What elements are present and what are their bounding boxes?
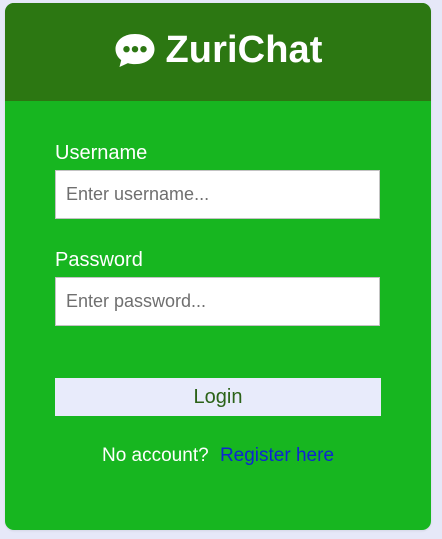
register-prompt-line: No account? Register here (5, 444, 431, 468)
username-label: Username (55, 142, 148, 164)
username-field[interactable] (55, 170, 380, 219)
password-field[interactable] (55, 277, 380, 326)
password-label: Password (55, 249, 143, 271)
brand-name: ZuriChat (165, 29, 323, 71)
app-header: ZuriChat (5, 3, 431, 101)
brand: ZuriChat (113, 30, 322, 70)
register-prompt-text: No account? (101, 445, 209, 466)
login-button[interactable]: Login (55, 378, 381, 416)
chat-bubble-icon (115, 34, 155, 67)
register-link[interactable]: Register here (220, 445, 334, 466)
login-card: ZuriChat Username Password Login No acco… (5, 3, 431, 530)
